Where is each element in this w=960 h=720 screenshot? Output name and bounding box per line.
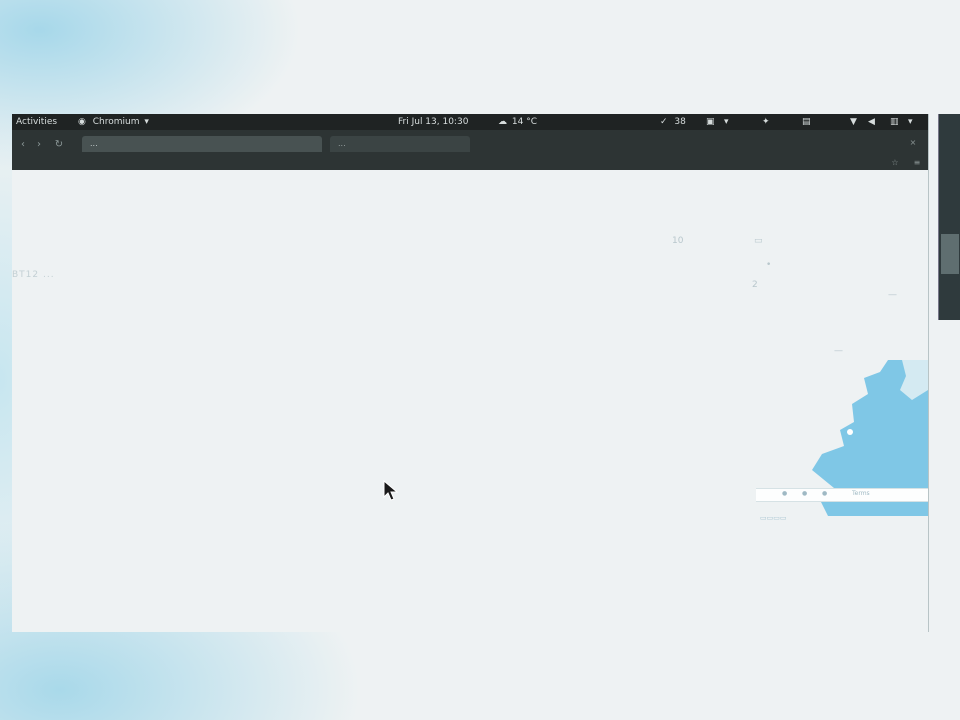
screen-window: Activities ◉ Chromium ▾ Fri Jul 13, 10:3…: [12, 114, 929, 632]
system-top-bar: Activities ◉ Chromium ▾ Fri Jul 13, 10:3…: [12, 114, 928, 130]
tab-second-label: ...: [338, 139, 346, 148]
address-row: ☆ ≡: [12, 156, 928, 170]
keyboard-icon[interactable]: ▤: [802, 114, 811, 130]
tab-active[interactable]: ...: [82, 136, 322, 152]
app-menu-label: Chromium: [92, 117, 140, 127]
clipboard-icon[interactable]: ▣: [706, 114, 715, 130]
side-panel-handle[interactable]: [941, 234, 959, 274]
dot-icon: ●: [802, 490, 808, 497]
chromium-icon: ◉: [78, 117, 86, 127]
weather-temperature: 14 °C: [511, 117, 537, 127]
dot-icon: ●: [782, 490, 788, 497]
check-icon: ✓: [660, 117, 668, 127]
clock[interactable]: Fri Jul 13, 10:30: [398, 114, 468, 130]
dropbox-icon[interactable]: ✦: [762, 114, 770, 130]
right-label-bottom: 2: [752, 280, 758, 290]
chevron-down-icon: ▾: [144, 117, 149, 127]
dash-icon: —: [834, 346, 843, 356]
power-menu-icon[interactable]: ▾: [908, 114, 913, 130]
forward-icon[interactable]: ›: [32, 138, 46, 152]
tab-strip: ‹ › ↻ ... ... ×: [12, 134, 928, 154]
image-icon: ▭: [754, 236, 763, 246]
chevron-down-icon[interactable]: ▾: [724, 114, 729, 130]
weather-indicator[interactable]: ☁ 14 °C: [498, 114, 537, 130]
volume-icon[interactable]: ◀: [868, 114, 875, 130]
battery-value: 38: [674, 117, 686, 127]
back-icon[interactable]: ‹: [16, 138, 30, 152]
side-panel[interactable]: [938, 114, 960, 320]
battery-icon[interactable]: ▥: [890, 114, 899, 130]
map-bar-label[interactable]: Terms: [852, 490, 870, 497]
browser-toolbar: ‹ › ↻ ... ... × ☆ ≡: [12, 130, 928, 171]
map-caption: ▭▭▭▭: [760, 514, 787, 522]
dot-icon: ●: [822, 490, 828, 497]
close-icon[interactable]: ×: [908, 138, 918, 148]
activities-button[interactable]: Activities: [16, 114, 57, 130]
tab-active-label: ...: [90, 139, 98, 148]
menu-icon[interactable]: ≡: [912, 158, 922, 168]
marker-icon: •: [766, 260, 772, 270]
check-indicator[interactable]: ✓ 38: [660, 114, 686, 130]
app-menu[interactable]: ◉ Chromium ▾: [78, 114, 149, 130]
bookmark-star-icon[interactable]: ☆: [890, 158, 900, 168]
weather-icon: ☁: [498, 117, 507, 127]
mouse-pointer-icon: [383, 480, 399, 501]
reload-icon[interactable]: ↻: [52, 138, 66, 152]
map-marker[interactable]: [847, 429, 853, 435]
tab-second[interactable]: ...: [330, 136, 470, 152]
dash-icon: —: [888, 290, 897, 300]
page-left-text: BT12 ...: [12, 270, 55, 280]
wifi-icon[interactable]: ▼: [850, 114, 857, 130]
map-footer-bar: ● ● ● Terms: [756, 488, 928, 502]
page-content: BT12 ... 10 2 ▭ • — — ● ● ● Terms ▭▭▭▭: [12, 170, 928, 632]
right-label-top: 10: [672, 236, 684, 246]
